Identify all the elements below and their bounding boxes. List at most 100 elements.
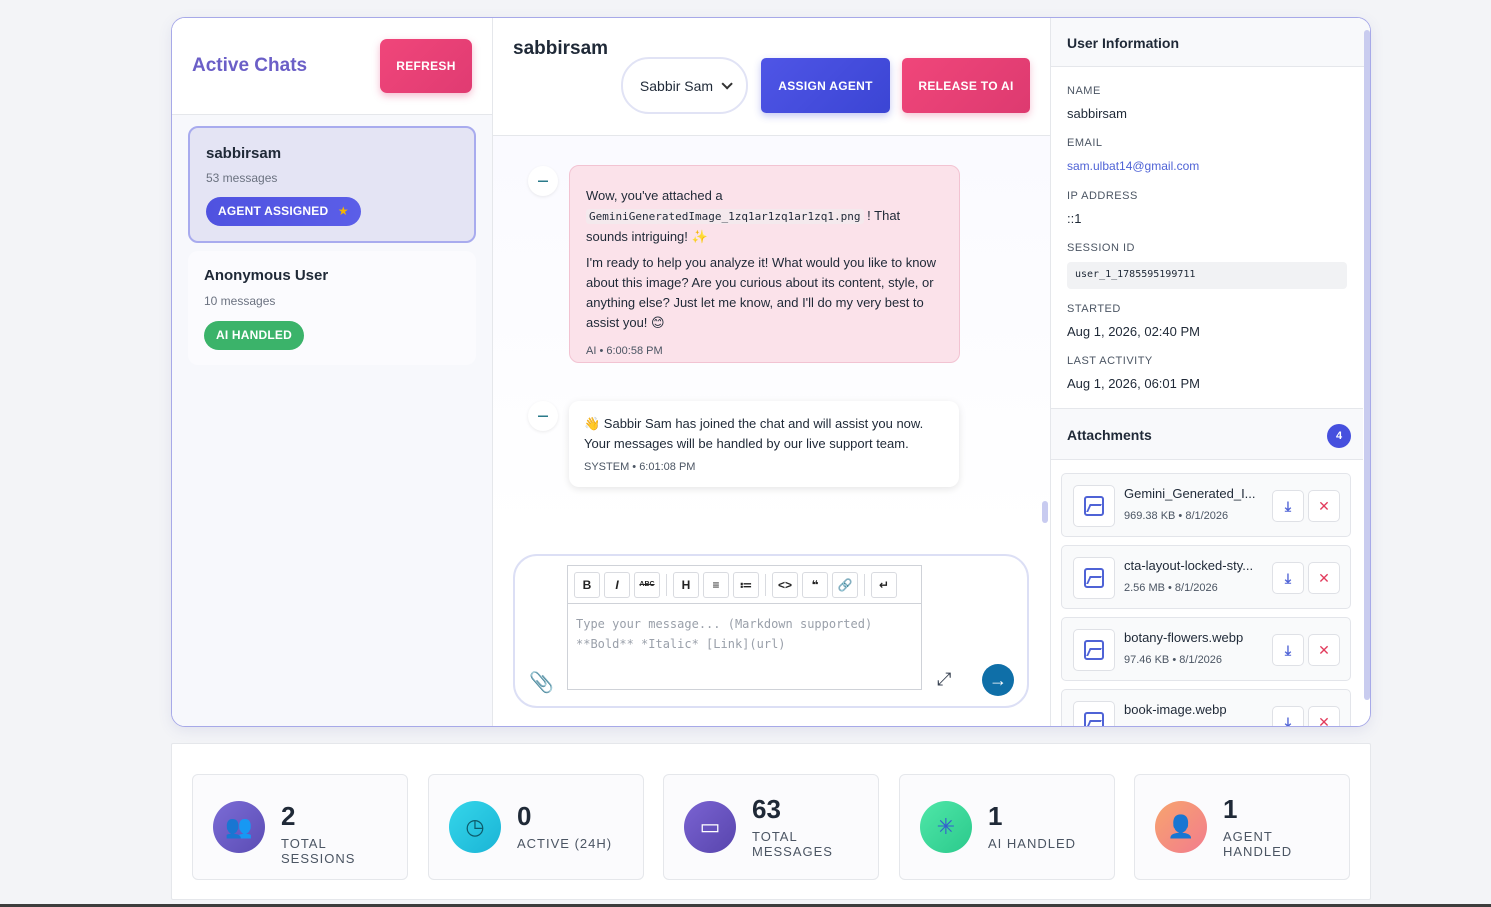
message-icon: ▭ [684, 801, 736, 853]
chat-name: sabbirsam [206, 145, 282, 162]
badge-label: AI HANDLED [216, 328, 292, 342]
last-activity-value: Aug 1, 2026, 06:01 PM [1067, 376, 1200, 391]
last-activity-label: LAST ACTIVITY [1067, 355, 1153, 367]
attachment-name: cta-layout-locked-sty... [1124, 558, 1254, 573]
status-badge: AI HANDLED [204, 321, 304, 350]
attachment-meta: 2.56 MB • 8/1/2026 [1124, 582, 1218, 594]
name-label: NAME [1067, 85, 1101, 97]
expand-icon[interactable]: ⤢ [937, 669, 951, 690]
message-input[interactable]: Type your message... (Markdown supported… [567, 603, 922, 690]
stat-total-sessions: 👥 2 TOTAL SESSIONS [192, 774, 408, 880]
stats-bar: 👥 2 TOTAL SESSIONS ◷ 0 ACTIVE (24H) ▭ 63… [171, 743, 1371, 900]
toolbar-divider [666, 573, 667, 596]
link-button[interactable]: 🔗 [832, 571, 858, 598]
stat-active-24h: ◷ 0 ACTIVE (24H) [428, 774, 644, 880]
right-panel-scrollbar[interactable] [1364, 30, 1370, 700]
chevron-down-icon [721, 77, 733, 90]
attachment-item[interactable]: Gemini_Generated_I... 969.38 KB • 8/1/20… [1061, 473, 1351, 537]
bold-button[interactable]: B [574, 571, 600, 598]
conversation-header: sabbirsam Sabbir Sam ASSIGN AGENT RELEAS… [493, 18, 1050, 136]
started-label: STARTED [1067, 303, 1121, 315]
chat-item-anonymous[interactable]: Anonymous User 10 messages AI HANDLED [188, 251, 476, 365]
attachment-name: book-image.webp [1124, 702, 1227, 717]
send-button[interactable]: → [982, 664, 1014, 696]
chat-message-count: 53 messages [206, 171, 278, 185]
messages-scrollbar[interactable] [1042, 501, 1048, 523]
user-icon: 👤 [1155, 801, 1207, 853]
message-meta: SYSTEM • 6:01:08 PM [584, 461, 696, 473]
download-button[interactable]: ⤓ [1272, 562, 1304, 594]
bullet-list-button[interactable]: ≡ [703, 571, 729, 598]
agent-select[interactable]: Sabbir Sam [621, 57, 748, 114]
refresh-button[interactable]: REFRESH [380, 39, 472, 93]
toolbar-divider [864, 573, 865, 596]
email-link[interactable]: sam.ulbat14@gmail.com [1067, 159, 1199, 173]
user-info-header: User Information [1051, 18, 1370, 67]
message-text: I'm ready to help you analyze it! What w… [586, 255, 937, 330]
close-icon: ✕ [1318, 497, 1330, 514]
placeholder-line: Type your message... (Markdown supported… [576, 617, 873, 631]
started-value: Aug 1, 2026, 02:40 PM [1067, 324, 1200, 339]
heading-button[interactable]: H [673, 571, 699, 598]
clock-icon: ◷ [449, 801, 501, 853]
ip-value: ::1 [1067, 211, 1082, 226]
attachment-item[interactable]: botany-flowers.webp 97.46 KB • 8/1/2026 … [1061, 617, 1351, 681]
delete-button[interactable]: ✕ [1308, 634, 1340, 666]
attachment-name: Gemini_Generated_I... [1124, 486, 1256, 501]
italic-button[interactable]: I [604, 571, 630, 598]
attachments-title: Attachments [1067, 427, 1152, 443]
badge-label: AGENT ASSIGNED [218, 204, 329, 218]
chat-dashboard: Active Chats REFRESH sabbirsam 53 messag… [171, 17, 1371, 727]
agent-select-value: Sabbir Sam [639, 77, 714, 94]
stat-label: AI HANDLED [988, 836, 1077, 851]
ai-message: Wow, you've attached a GeminiGeneratedIm… [569, 165, 960, 363]
download-icon: ⤓ [1284, 569, 1292, 586]
system-avatar: ▬▬ [528, 401, 558, 431]
ai-message-text: Wow, you've attached a GeminiGeneratedIm… [586, 186, 943, 247]
stat-value: 2 [281, 801, 296, 831]
message-text: 👋 Sabbir Sam has joined the chat and wil… [584, 416, 924, 451]
line-break-button[interactable]: ↵ [871, 571, 897, 598]
attachment-name: botany-flowers.webp [1124, 630, 1244, 645]
download-button[interactable]: ⤓ [1272, 706, 1304, 726]
bot-avatar: ▬▬ [528, 166, 558, 196]
attachments-header: Attachments 4 [1051, 408, 1363, 460]
chat-list-panel: Active Chats REFRESH sabbirsam 53 messag… [172, 18, 493, 726]
quote-button[interactable]: ❝ [802, 571, 828, 598]
stat-label: TOTAL MESSAGES [752, 829, 833, 859]
inline-code: GeminiGeneratedImage_1zq1ar1zq1ar1zq1.pn… [586, 209, 864, 224]
stat-label: TOTAL SESSIONS [281, 836, 356, 866]
release-to-ai-button[interactable]: RELEASE TO AI [902, 58, 1030, 113]
stat-ai-handled: ✳ 1 AI HANDLED [899, 774, 1115, 880]
download-icon: ⤓ [1284, 641, 1292, 658]
stat-value: 1 [1223, 794, 1238, 824]
delete-button[interactable]: ✕ [1308, 706, 1340, 726]
close-icon: ✕ [1318, 569, 1330, 586]
paperclip-icon[interactable]: 📎 [529, 670, 554, 695]
stat-label: AGENT HANDLED [1223, 829, 1293, 859]
delete-button[interactable]: ✕ [1308, 490, 1340, 522]
arrow-right-icon: → [989, 669, 1007, 690]
placeholder-line: **Bold** *Italic* [Link](url) [576, 637, 786, 651]
download-button[interactable]: ⤓ [1272, 634, 1304, 666]
status-badge: AGENT ASSIGNED ★ [206, 197, 361, 226]
strikethrough-button[interactable]: ABC [634, 571, 660, 598]
delete-button[interactable]: ✕ [1308, 562, 1340, 594]
name-value: sabbirsam [1067, 106, 1127, 121]
session-id-value: user_1_1785595199711 [1067, 262, 1347, 289]
code-button[interactable]: <> [772, 571, 798, 598]
message-list[interactable]: ▬▬ Wow, you've attached a GeminiGenerate… [493, 136, 1050, 532]
users-icon: 👥 [213, 801, 265, 853]
toolbar-divider [765, 573, 766, 596]
chat-item-sabbirsam[interactable]: sabbirsam 53 messages AGENT ASSIGNED ★ [188, 126, 476, 243]
message-text: Wow, you've attached a [586, 188, 723, 203]
numbered-list-button[interactable]: ≔ [733, 571, 759, 598]
message-meta: AI • 6:00:58 PM [586, 345, 663, 357]
attachment-item[interactable]: cta-layout-locked-sty... 2.56 MB • 8/1/2… [1061, 545, 1351, 609]
download-button[interactable]: ⤓ [1272, 490, 1304, 522]
assign-agent-button[interactable]: ASSIGN AGENT [761, 58, 890, 113]
attachment-item[interactable]: book-image.webp ⤓ ✕ [1061, 689, 1351, 726]
stat-value: 63 [752, 794, 781, 824]
image-file-icon [1073, 485, 1115, 527]
attachment-meta: 969.38 KB • 8/1/2026 [1124, 510, 1229, 522]
